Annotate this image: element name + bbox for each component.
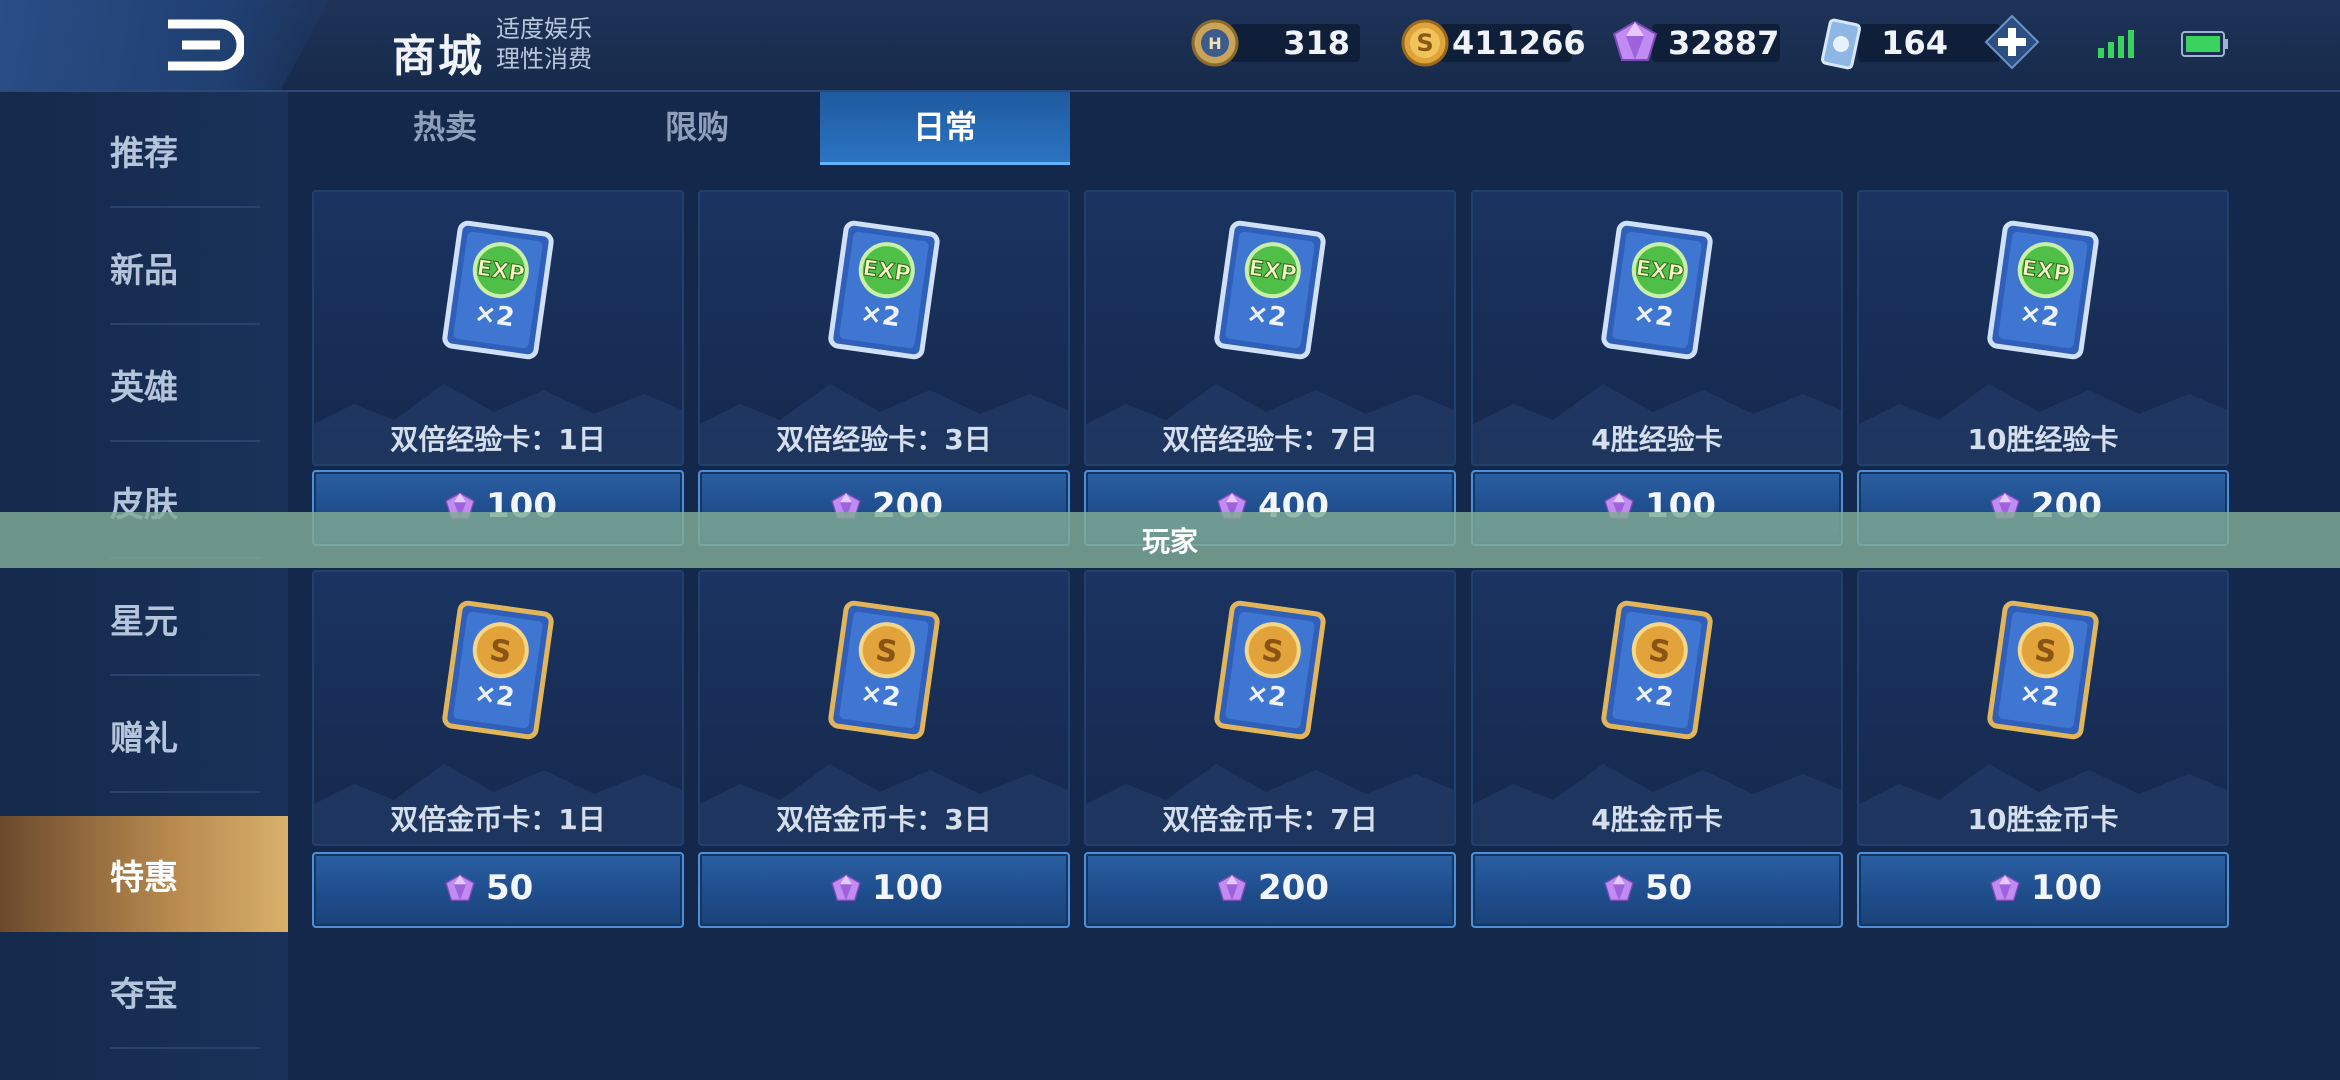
back-button[interactable]: [0, 0, 330, 90]
item-card[interactable]: EXP ×2 4胜经验卡: [1471, 190, 1843, 466]
sidebar-item-label: 特惠: [110, 857, 178, 898]
item-name: 4胜金币卡: [1591, 803, 1723, 836]
diamond-icon: [828, 872, 864, 910]
price-value: 50: [486, 868, 534, 908]
voucher-icon: [1820, 18, 1862, 70]
diamond-value: 32887: [1668, 24, 1780, 62]
sidebar-item-label: 英雄: [110, 367, 178, 408]
voucher-value: 164: [1881, 24, 1948, 62]
diamond-icon: [1601, 872, 1637, 910]
diamond-icon: [1987, 872, 2023, 910]
gold-card-icon: S ×2: [1597, 600, 1717, 744]
honor-coin-value: 318: [1283, 24, 1350, 62]
sidebar-item-treasure[interactable]: 夺宝: [0, 933, 288, 1049]
svg-text:S: S: [1416, 29, 1433, 57]
sidebar-item-label: 星元: [110, 601, 178, 642]
buy-button[interactable]: 100: [698, 852, 1070, 928]
page-title: 商城: [392, 31, 484, 82]
sidebar-item-gifts[interactable]: 赠礼: [0, 677, 288, 793]
signal-icon: [2098, 30, 2134, 58]
gold-coin-value: 411266: [1452, 24, 1586, 62]
item-card[interactable]: S ×2 4胜金币卡: [1471, 570, 1843, 846]
price-value: 100: [2031, 868, 2102, 908]
svg-text:×2: ×2: [2018, 678, 2062, 713]
exp-card-icon: EXP ×2: [438, 220, 558, 364]
item-card[interactable]: EXP ×2 10胜经验卡: [1857, 190, 2229, 466]
gold-coin-icon: S: [1401, 19, 1449, 67]
notice-line-2: 理性消费: [496, 45, 592, 73]
gold-card-icon: S ×2: [438, 600, 558, 744]
item-name: 双倍经验卡：3日: [776, 423, 992, 456]
sidebar-item-label: 推荐: [110, 133, 178, 174]
watermark-text: 玩家: [1141, 525, 1198, 558]
gold-card-icon: S ×2: [1210, 600, 1330, 744]
gold-card-icon: S ×2: [824, 600, 944, 744]
category-sidebar: 推荐 新品 英雄 皮肤 星元 赠礼 特惠 夺宝: [0, 92, 288, 1080]
sidebar-item-recommended[interactable]: 推荐: [0, 92, 288, 208]
item-card[interactable]: S ×2 10胜金币卡: [1857, 570, 2229, 846]
exp-card-icon: EXP ×2: [824, 220, 944, 364]
svg-text:×2: ×2: [1632, 678, 1676, 713]
price-value: 200: [1258, 868, 1329, 908]
sidebar-item-label: 赠礼: [110, 718, 178, 759]
buy-button[interactable]: 50: [1471, 852, 1843, 928]
tab-daily[interactable]: 日常: [820, 92, 1070, 165]
svg-text:×2: ×2: [2018, 298, 2062, 333]
back-arrow-icon: [168, 19, 244, 71]
svg-text:×2: ×2: [473, 298, 517, 333]
item-name: 双倍金币卡：1日: [390, 803, 606, 836]
item-card[interactable]: S ×2 双倍金币卡：3日: [698, 570, 1070, 846]
item-name: 双倍金币卡：3日: [776, 803, 992, 836]
honor-coin-balance: H 318: [1190, 18, 1370, 68]
item-name: 双倍金币卡：7日: [1162, 803, 1378, 836]
buy-button[interactable]: 100: [1857, 852, 2229, 928]
svg-text:×2: ×2: [473, 678, 517, 713]
watermark-banner: 玩家: [0, 512, 2340, 568]
top-bar: 商城 适度娱乐 理性消费 H 318 S 411266 32887 164: [0, 0, 2340, 92]
svg-text:×2: ×2: [1245, 298, 1289, 333]
item-card[interactable]: S ×2 双倍金币卡：1日: [312, 570, 684, 846]
sidebar-item-heroes[interactable]: 英雄: [0, 326, 288, 442]
buy-button[interactable]: 50: [312, 852, 684, 928]
item-name: 10胜金币卡: [1967, 803, 2119, 836]
sidebar-item-label: 夺宝: [110, 974, 178, 1015]
price-value: 50: [1645, 868, 1693, 908]
add-currency-button[interactable]: [1984, 14, 2040, 70]
svg-text:H: H: [1208, 34, 1221, 53]
exp-card-icon: EXP ×2: [1597, 220, 1717, 364]
svg-text:×2: ×2: [859, 678, 903, 713]
battery-icon: [2181, 31, 2228, 57]
honor-coin-icon: H: [1191, 19, 1239, 67]
sidebar-item-new[interactable]: 新品: [0, 209, 288, 325]
item-name: 4胜经验卡: [1591, 423, 1723, 456]
svg-text:×2: ×2: [859, 298, 903, 333]
diamond-balance: 32887: [1608, 18, 1788, 68]
price-value: 100: [872, 868, 943, 908]
diamond-icon: [1612, 20, 1658, 61]
tab-hot[interactable]: 热卖: [320, 92, 570, 162]
tab-limited[interactable]: 限购: [572, 92, 822, 162]
item-name: 双倍经验卡：1日: [390, 423, 606, 456]
item-name: 双倍经验卡：7日: [1162, 423, 1378, 456]
diamond-icon: [442, 872, 478, 910]
item-card[interactable]: S ×2 双倍金币卡：7日: [1084, 570, 1456, 846]
sidebar-item-specials[interactable]: 特惠: [0, 816, 288, 932]
item-card[interactable]: EXP ×2 双倍经验卡：1日: [312, 190, 684, 466]
play-responsibly-notice: 适度娱乐 理性消费: [496, 14, 592, 74]
svg-text:×2: ×2: [1245, 678, 1289, 713]
exp-card-icon: EXP ×2: [1210, 220, 1330, 364]
voucher-balance: 164: [1818, 18, 2000, 70]
sidebar-item-star[interactable]: 星元: [0, 560, 288, 676]
gold-card-icon: S ×2: [1983, 600, 2103, 744]
item-name: 10胜经验卡: [1967, 423, 2119, 456]
svg-text:×2: ×2: [1632, 298, 1676, 333]
buy-button[interactable]: 200: [1084, 852, 1456, 928]
exp-card-icon: EXP ×2: [1983, 220, 2103, 364]
item-card[interactable]: EXP ×2 双倍经验卡：3日: [698, 190, 1070, 466]
item-card[interactable]: EXP ×2 双倍经验卡：7日: [1084, 190, 1456, 466]
gold-coin-balance: S 411266: [1400, 18, 1586, 68]
notice-line-1: 适度娱乐: [496, 15, 592, 43]
diamond-icon: [1214, 872, 1250, 910]
sidebar-item-label: 新品: [110, 250, 178, 291]
